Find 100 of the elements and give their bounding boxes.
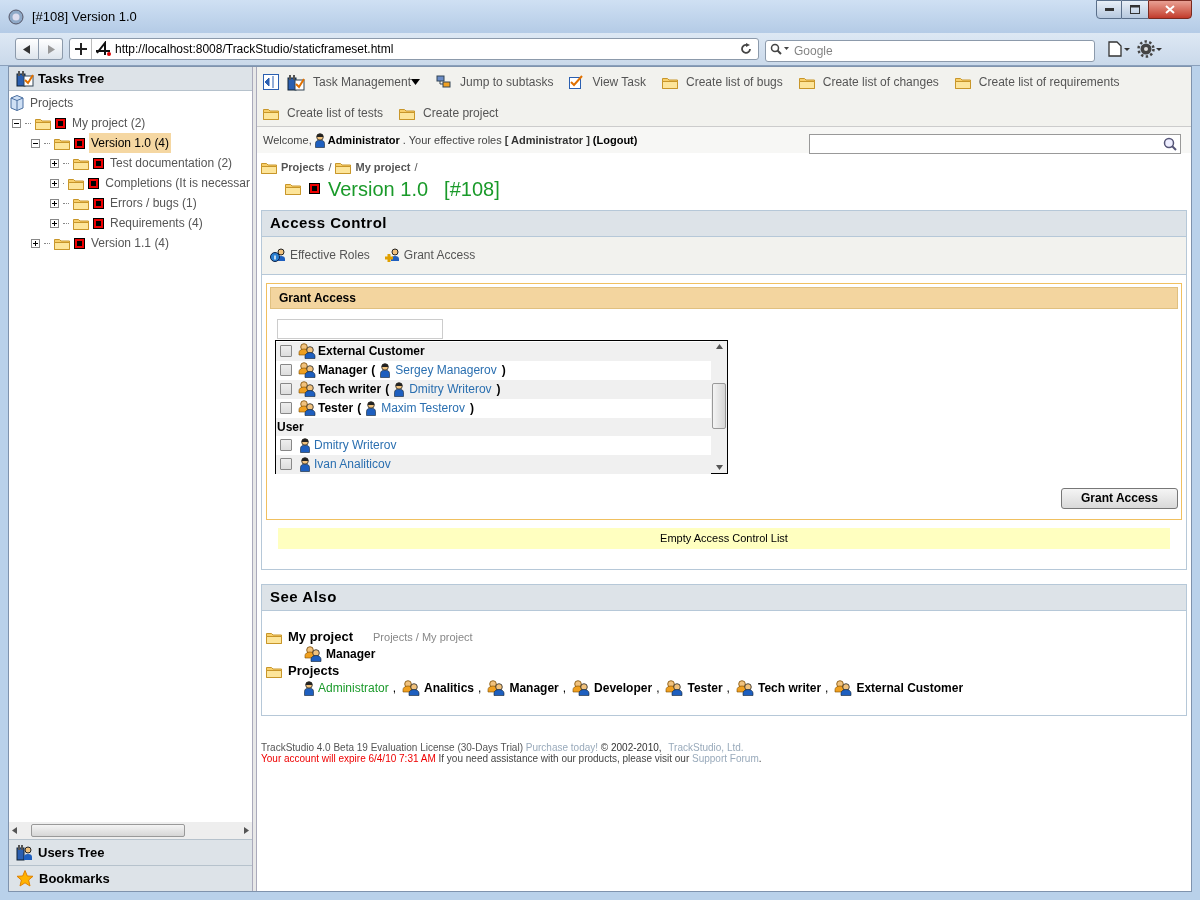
checkbox[interactable] [280,383,292,395]
user-link[interactable]: Maxim Testerov [381,399,465,417]
checkbox[interactable] [280,402,292,414]
user-link[interactable]: Dmitry Writerov [314,436,397,454]
scroll-up-icon[interactable] [715,343,723,349]
checkbox[interactable] [280,364,292,376]
breadcrumb-link[interactable]: Projects [281,159,325,176]
collapse-panel-icon[interactable] [263,74,279,90]
horizontal-scrollbar[interactable] [9,822,252,839]
toolbar-button[interactable]: Create list of tests [263,103,384,123]
panel-title[interactable]: Bookmarks [39,868,110,889]
tree-item[interactable]: Completions (It is necessar [103,173,252,193]
toolbar-button[interactable]: Jump to subtasks [436,72,554,92]
toolbar-button[interactable]: Task Management [287,72,421,92]
folder-icon [35,116,51,130]
settings-icon[interactable] [1137,40,1163,58]
toolbar-button[interactable]: View Task [569,72,647,92]
group-name[interactable]: My project [288,627,353,647]
checkbox[interactable] [280,345,292,357]
collapse-toggle[interactable] [31,138,40,148]
status-square-icon [93,197,104,209]
checkbox[interactable] [280,458,292,470]
scrollbar-thumb[interactable] [712,382,726,429]
status-square-icon [93,157,104,169]
reload-icon[interactable] [740,43,752,55]
scroll-right-icon[interactable] [243,827,249,834]
browser-logo-icon [8,8,24,25]
scroll-down-icon[interactable] [715,464,723,470]
grant-access-button[interactable]: Grant Access [1061,487,1178,509]
tab[interactable]: Grant Access [383,246,476,264]
list-separator: , [478,680,482,697]
page-menu-icon[interactable] [1107,41,1131,57]
address-field[interactable]: http://localhost:8008/TrackStudio/staticframeset.html [69,38,759,60]
list-separator: , [562,680,567,697]
filter-field[interactable] [277,318,443,339]
folder-icon [73,216,89,230]
folder-icon [263,106,279,120]
person-icon [394,381,405,397]
expand-toggle[interactable] [50,158,59,168]
folder-icon [54,236,70,250]
collapse-toggle[interactable] [12,118,21,128]
maximize-button[interactable] [1122,0,1148,19]
expand-toggle[interactable] [31,238,40,248]
folder-icon [73,156,89,170]
tree-item[interactable]: Projects [28,93,76,113]
toolbar-button[interactable]: Create project [399,103,499,123]
minimize-button[interactable] [1096,0,1122,19]
expand-toggle[interactable] [50,198,59,208]
folder-icon [399,106,416,120]
expand-toggle[interactable] [50,178,59,188]
maximize-icon [1130,5,1140,14]
back-button[interactable] [15,38,39,60]
role-name: Developer [594,680,653,697]
user-link[interactable]: Dmitry Writerov [409,380,492,398]
people-icon [298,381,316,397]
person-icon [304,680,314,696]
search-icon [770,43,790,55]
user-link[interactable]: Administrator [318,679,389,697]
people-icon [487,680,506,696]
scroll-left-icon[interactable] [12,827,18,834]
person-icon [300,437,310,453]
list-separator: , [726,680,730,697]
tree-item[interactable]: Test documentation (2) [108,153,235,173]
quick-search-field[interactable] [809,134,1181,154]
logout-link[interactable]: (Logout) [592,131,638,149]
panel-title[interactable]: Users Tree [38,842,105,863]
people-icon [298,400,316,416]
people-icon [298,362,316,378]
expand-toggle[interactable] [50,218,59,228]
group-name[interactable]: Projects [288,661,340,681]
roles-value: [ Administrator ] [504,132,590,148]
toolbar-button[interactable]: Create list of changes [798,72,939,92]
tree-item[interactable]: Version 1.0 (4) [89,133,172,153]
toolbar-button[interactable]: Create list of requirements [954,72,1120,92]
vertical-scrollbar[interactable] [711,340,727,473]
tree-item[interactable]: My project (2) [70,113,148,133]
database-icon [10,95,24,111]
checkbox[interactable] [280,439,292,451]
search-field[interactable]: Google [765,40,1095,62]
welcome-text: Welcome, [263,132,312,148]
role-name: Tech writer [318,381,382,398]
back-icon [23,44,31,54]
scrollbar-thumb[interactable] [31,824,185,837]
breadcrumb-link[interactable]: My project [355,159,411,176]
close-button[interactable] [1148,0,1192,19]
tree-item[interactable]: Version 1.1 (4) [89,233,172,253]
tree-item[interactable]: Errors / bugs (1) [108,193,199,213]
plus-icon [32,239,39,247]
tab[interactable]: Effective Roles [270,246,370,264]
status-square-icon [309,183,320,194]
star-icon [16,870,34,887]
user-link[interactable]: Ivan Analiticov [314,455,391,473]
toolbar-button[interactable]: Create list of bugs [662,72,783,92]
user-link[interactable]: Sergey Managerov [395,361,497,379]
panel-header[interactable]: Users Tree [9,839,252,865]
people-icon [298,343,316,359]
toolbox-icon [287,73,305,91]
status-square-icon [55,117,66,129]
tree-item[interactable]: Requirements (4) [108,213,205,233]
panel-header[interactable]: Bookmarks [9,865,252,891]
